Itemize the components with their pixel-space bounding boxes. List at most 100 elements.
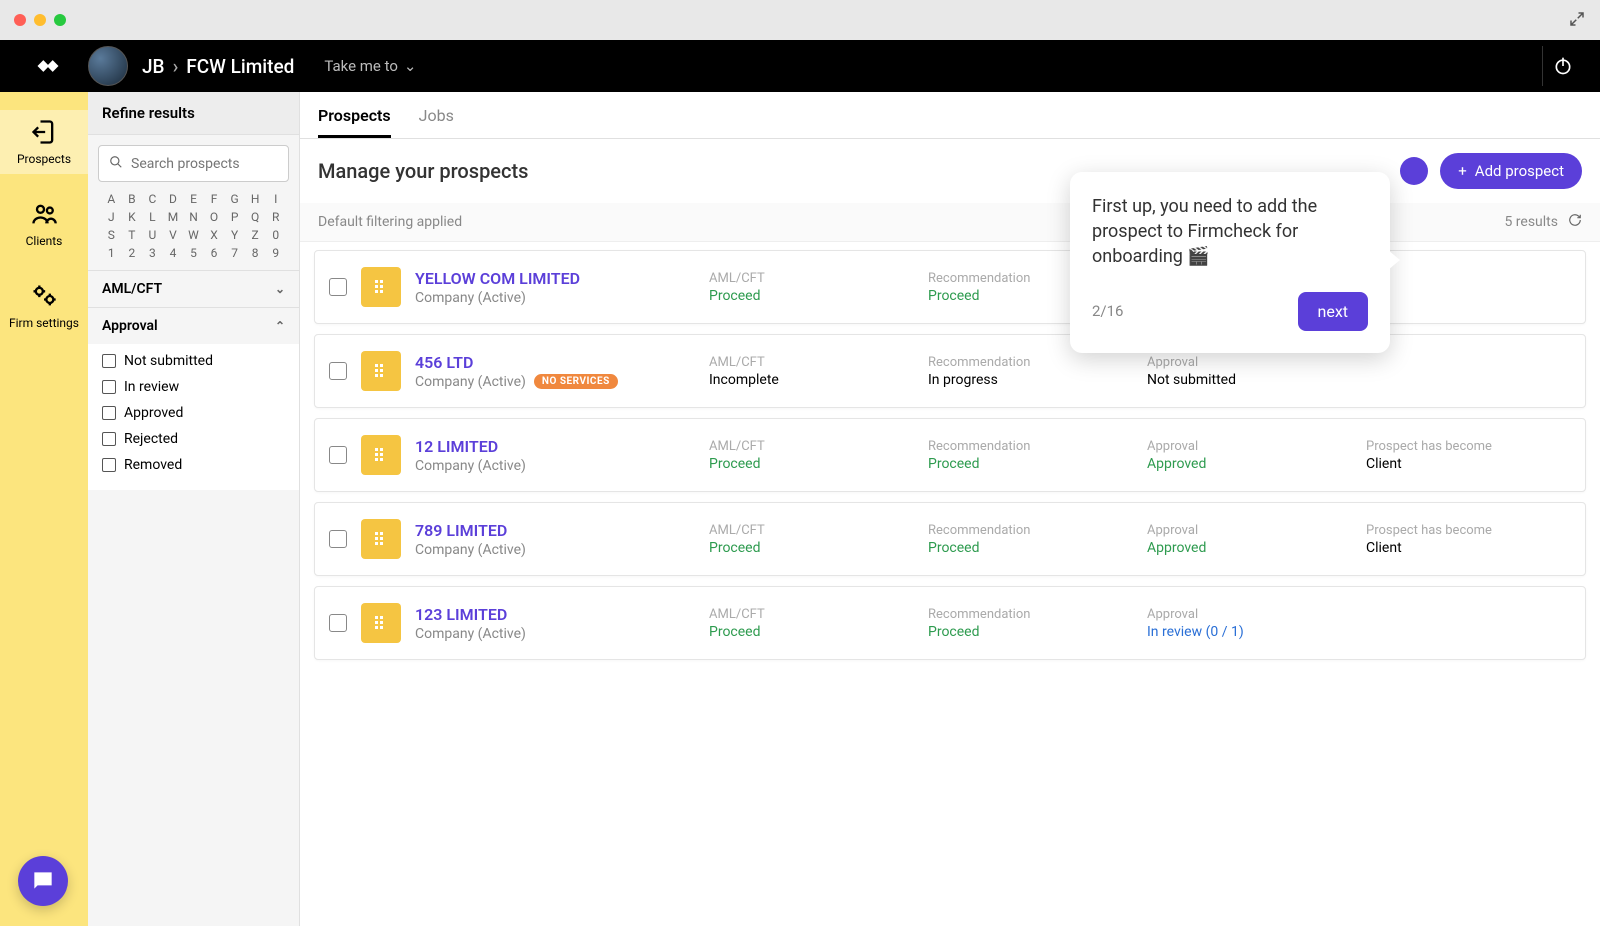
col-val-aml: Proceed — [709, 288, 914, 304]
prospect-name[interactable]: 456 LTD — [415, 353, 695, 372]
alpha-letter[interactable]: Z — [246, 228, 265, 242]
breadcrumb-org[interactable]: FCW Limited — [186, 55, 294, 78]
alpha-letter[interactable]: P — [225, 210, 244, 224]
alpha-letter[interactable]: 8 — [246, 246, 265, 260]
search-input[interactable] — [131, 156, 309, 172]
expand-icon[interactable] — [1568, 10, 1586, 32]
alpha-letter[interactable]: S — [102, 228, 121, 242]
col-val-rec: Proceed — [928, 540, 1133, 556]
mac-zoom-dot[interactable] — [54, 14, 66, 26]
prospect-name[interactable]: YELLOW COM LIMITED — [415, 269, 695, 288]
alpha-letter[interactable]: 7 — [225, 246, 244, 260]
prospect-row[interactable]: 456 LTDCompany (Active) NO SERVICESAML/C… — [314, 334, 1586, 408]
row-checkbox[interactable] — [329, 530, 347, 548]
sidebar-item-firm-settings[interactable]: Firm settings — [0, 274, 88, 338]
alpha-letter[interactable]: J — [102, 210, 121, 224]
col-label-rec: Recommendation — [928, 355, 1133, 370]
alpha-letter[interactable]: M — [164, 210, 183, 224]
mac-close-dot[interactable] — [14, 14, 26, 26]
alpha-letter[interactable]: K — [123, 210, 142, 224]
app-logo[interactable] — [18, 52, 78, 80]
filter-option[interactable]: Rejected — [102, 426, 285, 452]
building-icon — [361, 603, 401, 643]
alpha-letter[interactable]: Q — [246, 210, 265, 224]
secondary-action-button[interactable] — [1400, 157, 1428, 185]
add-prospect-button[interactable]: + Add prospect — [1440, 153, 1582, 189]
alpha-letter[interactable]: W — [184, 228, 203, 242]
prospect-row[interactable]: 123 LIMITEDCompany (Active) AML/CFTProce… — [314, 586, 1586, 660]
sidebar-label: Firm settings — [9, 316, 79, 330]
tab-jobs[interactable]: Jobs — [419, 106, 454, 138]
alpha-letter[interactable]: V — [164, 228, 183, 242]
alpha-letter[interactable]: 9 — [266, 246, 285, 260]
alpha-letter[interactable]: 3 — [143, 246, 162, 260]
alpha-letter[interactable]: 2 — [123, 246, 142, 260]
alpha-letter[interactable]: 4 — [164, 246, 183, 260]
row-checkbox[interactable] — [329, 446, 347, 464]
filter-option[interactable]: In review — [102, 374, 285, 400]
alpha-letter[interactable]: U — [143, 228, 162, 242]
alpha-letter[interactable]: C — [143, 192, 162, 206]
refresh-icon[interactable] — [1568, 213, 1582, 231]
sidebar-item-prospects[interactable]: Prospects — [0, 110, 88, 174]
col-val-aml: Proceed — [709, 540, 914, 556]
alpha-letter[interactable]: G — [225, 192, 244, 206]
alpha-letter[interactable]: 1 — [102, 246, 121, 260]
row-checkbox[interactable] — [329, 278, 347, 296]
tab-prospects[interactable]: Prospects — [318, 106, 391, 138]
prospect-subtitle: Company (Active) — [415, 626, 695, 642]
filter-option[interactable]: Removed — [102, 452, 285, 478]
filter-option-label: Not submitted — [124, 353, 213, 369]
sidebar-item-clients[interactable]: Clients — [0, 192, 88, 256]
intercom-chat-button[interactable] — [18, 856, 68, 906]
col-label-aml: AML/CFT — [709, 439, 914, 454]
alpha-letter[interactable]: 5 — [184, 246, 203, 260]
alpha-letter[interactable]: A — [102, 192, 121, 206]
breadcrumb-user[interactable]: JB — [142, 55, 165, 78]
filter-section-amlcft[interactable]: AML/CFT ⌄ — [88, 271, 299, 307]
alpha-letter[interactable]: B — [123, 192, 142, 206]
alpha-letter[interactable]: F — [205, 192, 224, 206]
search-input-wrapper[interactable] — [98, 145, 289, 182]
prospect-name[interactable]: 12 LIMITED — [415, 437, 695, 456]
alpha-letter[interactable]: T — [123, 228, 142, 242]
filter-option-label: In review — [124, 379, 179, 395]
prospect-subtitle: Company (Active) — [415, 542, 695, 558]
col-val-aml: Proceed — [709, 456, 914, 472]
alpha-letter[interactable]: O — [205, 210, 224, 224]
avatar[interactable] — [88, 46, 128, 86]
row-checkbox[interactable] — [329, 362, 347, 380]
alpha-letter[interactable]: R — [266, 210, 285, 224]
alpha-letter[interactable]: H — [246, 192, 265, 206]
alpha-letter[interactable]: Y — [225, 228, 244, 242]
mac-minimize-dot[interactable] — [34, 14, 46, 26]
alpha-letter[interactable]: D — [164, 192, 183, 206]
prospect-name[interactable]: 789 LIMITED — [415, 521, 695, 540]
alpha-letter[interactable]: E — [184, 192, 203, 206]
col-label-app: Approval — [1147, 439, 1352, 454]
alpha-letter[interactable]: I — [266, 192, 285, 206]
tooltip-next-button[interactable]: next — [1298, 292, 1369, 331]
row-checkbox[interactable] — [329, 614, 347, 632]
prospect-row[interactable]: 789 LIMITEDCompany (Active) AML/CFTProce… — [314, 502, 1586, 576]
col-label-rec: Recommendation — [928, 523, 1133, 538]
alpha-letter[interactable]: N — [184, 210, 203, 224]
prospect-row[interactable]: 12 LIMITEDCompany (Active) AML/CFTProcee… — [314, 418, 1586, 492]
mac-traffic-lights — [14, 14, 66, 26]
logout-button[interactable] — [1542, 46, 1582, 86]
alpha-letter[interactable]: 0 — [266, 228, 285, 242]
filter-options-approval: Not submitted In review ApprovedRejectedRe… — [88, 344, 299, 490]
col-label-become: Prospect has become — [1366, 523, 1571, 538]
building-icon — [361, 435, 401, 475]
prospect-name[interactable]: 123 LIMITED — [415, 605, 695, 624]
alpha-letter[interactable]: 6 — [205, 246, 224, 260]
checkbox-icon — [102, 380, 116, 394]
take-me-to-menu[interactable]: Take me to ⌄ — [324, 57, 416, 75]
alpha-letter[interactable]: L — [143, 210, 162, 224]
building-icon — [361, 267, 401, 307]
filter-option[interactable]: Approved — [102, 400, 285, 426]
alpha-letter[interactable]: X — [205, 228, 224, 242]
filter-section-approval[interactable]: Approval ⌃ — [88, 308, 299, 344]
filter-label: Approval — [102, 318, 158, 334]
filter-option[interactable]: Not submitted — [102, 348, 285, 374]
